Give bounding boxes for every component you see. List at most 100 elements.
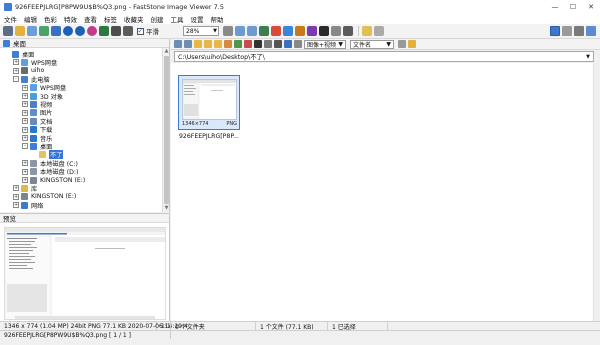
up-folder-icon[interactable] <box>194 40 202 48</box>
smooth-toggle[interactable]: 平滑 <box>137 26 159 36</box>
tree-item[interactable]: + 下载 <box>22 126 52 134</box>
new-folder-icon[interactable] <box>214 40 222 48</box>
select-all-icon[interactable] <box>264 40 272 48</box>
expand-icon[interactable]: + <box>22 126 28 133</box>
view-fullscreen-icon[interactable] <box>586 26 596 36</box>
browser-scrollbar[interactable] <box>593 63 600 328</box>
thumbnail-size-icon[interactable] <box>274 40 282 48</box>
folder-tree-scrollbar[interactable]: ▲ ▼ <box>162 48 169 212</box>
menu-tools[interactable]: 工具 <box>171 14 184 24</box>
menu-tags[interactable]: 标签 <box>104 14 117 24</box>
view-browser-icon[interactable] <box>550 26 560 36</box>
collapse-icon[interactable]: - <box>13 76 19 83</box>
back-icon[interactable] <box>174 40 182 48</box>
scroll-up-icon[interactable]: ▲ <box>163 48 170 55</box>
expand-icon[interactable]: + <box>13 185 19 192</box>
tree-item[interactable]: + 本地磁盘 (C:) <box>22 159 78 168</box>
save-as-icon[interactable] <box>39 26 49 36</box>
tree-item[interactable]: + WPS网盘 <box>22 84 66 92</box>
expand-icon[interactable]: + <box>22 168 28 175</box>
menu-effects[interactable]: 特效 <box>64 14 77 24</box>
tag-icon[interactable] <box>408 40 416 48</box>
resize-icon[interactable] <box>283 26 293 36</box>
tree-item[interactable]: + KINGSTON (E:) <box>13 193 76 201</box>
copy-icon[interactable] <box>234 40 242 48</box>
refresh-icon[interactable] <box>244 40 252 48</box>
scroll-down-icon[interactable]: ▼ <box>163 205 170 212</box>
expand-icon[interactable]: + <box>22 93 28 99</box>
rotate-left-icon[interactable] <box>235 26 245 36</box>
expand-icon[interactable]: + <box>13 193 19 200</box>
chevron-down-icon[interactable]: ▼ <box>586 54 590 60</box>
delete-file-icon[interactable] <box>254 40 262 48</box>
expand-icon[interactable]: + <box>22 101 28 108</box>
adjust-lighting-icon[interactable] <box>295 26 305 36</box>
menu-settings[interactable]: 设置 <box>191 14 204 24</box>
tree-item[interactable]: + uiho <box>13 67 44 75</box>
tree-item[interactable]: +3D 对象 <box>22 92 63 101</box>
expand-icon[interactable]: + <box>13 67 19 74</box>
menu-create[interactable]: 创建 <box>151 14 164 24</box>
expand-icon[interactable]: + <box>22 135 28 141</box>
collapse-icon[interactable]: - <box>22 143 28 150</box>
tree-item[interactable]: + 文档 <box>22 117 52 126</box>
details-icon[interactable] <box>284 40 292 48</box>
tree-item[interactable]: + KINGSTON (E:) <box>22 176 85 184</box>
maximize-button[interactable]: ☐ <box>564 0 582 13</box>
tree-item[interactable]: + WPS网盘 <box>13 58 57 67</box>
expand-icon[interactable]: + <box>22 109 28 116</box>
red-eye-icon[interactable] <box>271 26 281 36</box>
menu-edit[interactable]: 编辑 <box>24 14 37 24</box>
minimize-button[interactable]: — <box>546 0 564 13</box>
fullscreen-icon[interactable] <box>111 26 121 36</box>
smooth-checkbox[interactable] <box>137 27 144 35</box>
tree-item[interactable]: + 音乐 <box>22 134 52 143</box>
favorite-folder-icon[interactable] <box>204 40 212 48</box>
tree-item[interactable]: 不了 <box>31 150 64 160</box>
expand-icon[interactable]: + <box>22 177 28 183</box>
menu-file[interactable]: 文件 <box>4 14 17 24</box>
hand-icon[interactable] <box>223 26 233 36</box>
compare-icon[interactable] <box>99 26 109 36</box>
tree-item[interactable]: - 此电脑 <box>13 75 50 84</box>
actual-size-icon[interactable] <box>123 26 133 36</box>
crop-icon[interactable] <box>259 26 269 36</box>
browse-icon[interactable] <box>15 26 25 36</box>
expand-icon[interactable]: + <box>13 59 19 66</box>
forward-icon[interactable] <box>184 40 192 48</box>
expand-icon[interactable]: + <box>13 202 19 209</box>
delete-icon[interactable] <box>343 26 353 36</box>
info-icon[interactable] <box>374 26 384 36</box>
tree-item[interactable]: - 桌面 <box>22 142 52 151</box>
close-button[interactable]: ✕ <box>582 0 600 13</box>
open-folder-icon[interactable] <box>3 26 13 36</box>
expand-icon[interactable]: + <box>22 118 28 125</box>
slideshow-icon[interactable] <box>87 26 97 36</box>
tree-item[interactable]: + 网络 <box>13 201 43 210</box>
expand-icon[interactable]: + <box>22 84 28 91</box>
grid-icon[interactable] <box>294 40 302 48</box>
thumbnail-item[interactable]: 1346×774 PNG <box>178 75 240 130</box>
menu-color[interactable]: 色彩 <box>44 14 57 24</box>
filter-select[interactable]: 图像+视频 ▼ <box>304 39 346 49</box>
view-list-icon[interactable] <box>574 26 584 36</box>
adjust-colors-icon[interactable] <box>307 26 317 36</box>
sort-order-icon[interactable] <box>398 40 406 48</box>
thumbnail-filename[interactable]: 926FEEPJLRG[P8P... <box>171 133 247 140</box>
tree-item[interactable]: + 本地磁盘 (D:) <box>22 168 78 176</box>
tree-item[interactable]: + 视频 <box>22 100 52 109</box>
move-icon[interactable] <box>224 40 232 48</box>
scroll-thumb[interactable] <box>164 56 169 204</box>
previous-icon[interactable] <box>63 26 73 36</box>
next-icon[interactable] <box>75 26 85 36</box>
zoom-select[interactable]: 28% ▼ <box>183 26 219 36</box>
save-icon[interactable] <box>27 26 37 36</box>
folder-path-input[interactable]: C:\Users\uiho\Desktop\不了\ ▼ <box>174 51 594 62</box>
view-thumbnails-icon[interactable] <box>562 26 572 36</box>
menu-favorites[interactable]: 收藏夹 <box>124 14 144 24</box>
rotate-right-icon[interactable] <box>247 26 257 36</box>
sort-select[interactable]: 文件名 ▼ <box>350 39 394 49</box>
tree-item[interactable]: 桌面 <box>4 50 34 59</box>
expand-icon[interactable]: + <box>22 160 28 167</box>
star-icon[interactable] <box>362 26 372 36</box>
